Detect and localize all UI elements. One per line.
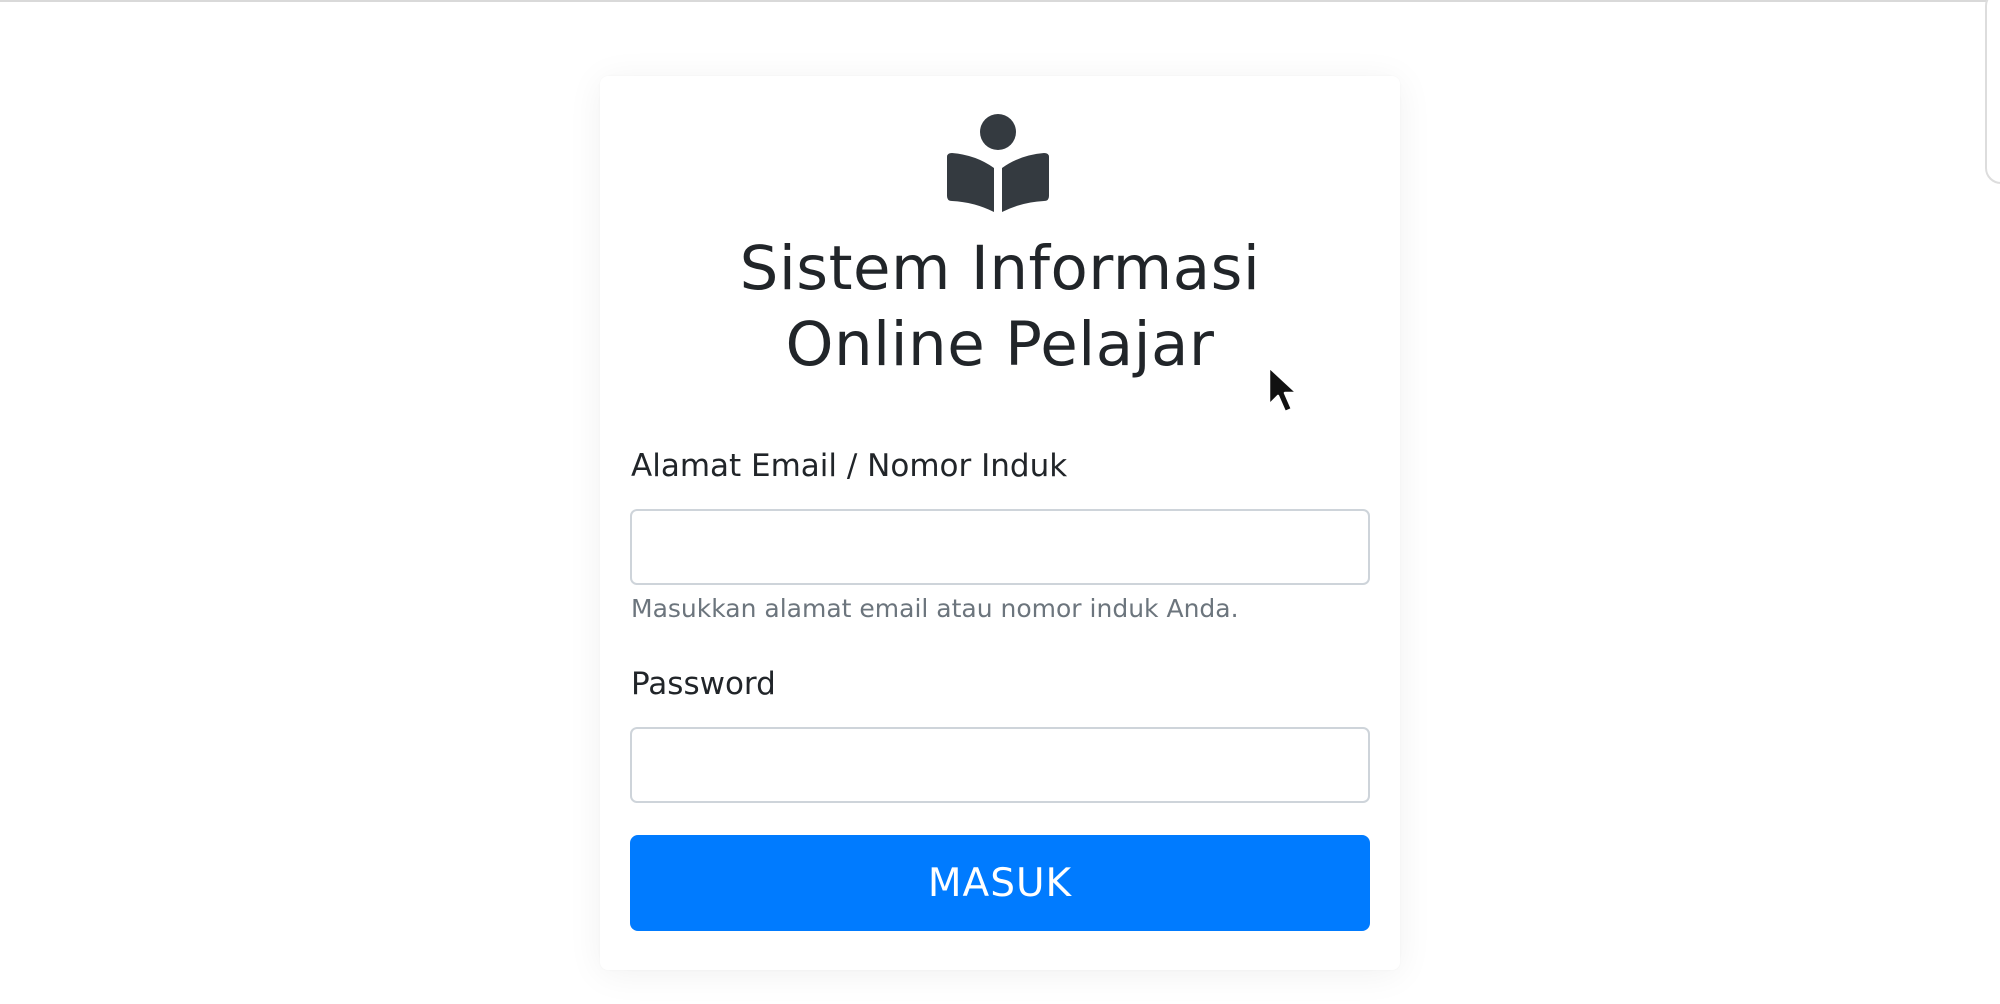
login-card: Sistem Informasi Online Pelajar Alamat Em… (600, 76, 1400, 970)
book-reader-icon (947, 114, 1049, 212)
email-help-text: Masukkan alamat email atau nomor induk A… (631, 594, 1239, 623)
app-title-line1: Sistem Informasi (739, 233, 1261, 304)
side-panel-edge (1985, 0, 2000, 184)
app-title-line2: Online Pelajar (785, 309, 1215, 380)
browser-top-border (0, 0, 2000, 2)
email-input[interactable] (630, 509, 1370, 585)
mouse-cursor-icon (1267, 365, 1299, 414)
app-title: Sistem Informasi Online Pelajar (600, 231, 1400, 383)
email-label: Alamat Email / Nomor Induk (631, 448, 1068, 484)
password-input[interactable] (630, 727, 1370, 803)
password-label: Password (631, 666, 776, 702)
login-button[interactable]: MASUK (630, 835, 1370, 931)
